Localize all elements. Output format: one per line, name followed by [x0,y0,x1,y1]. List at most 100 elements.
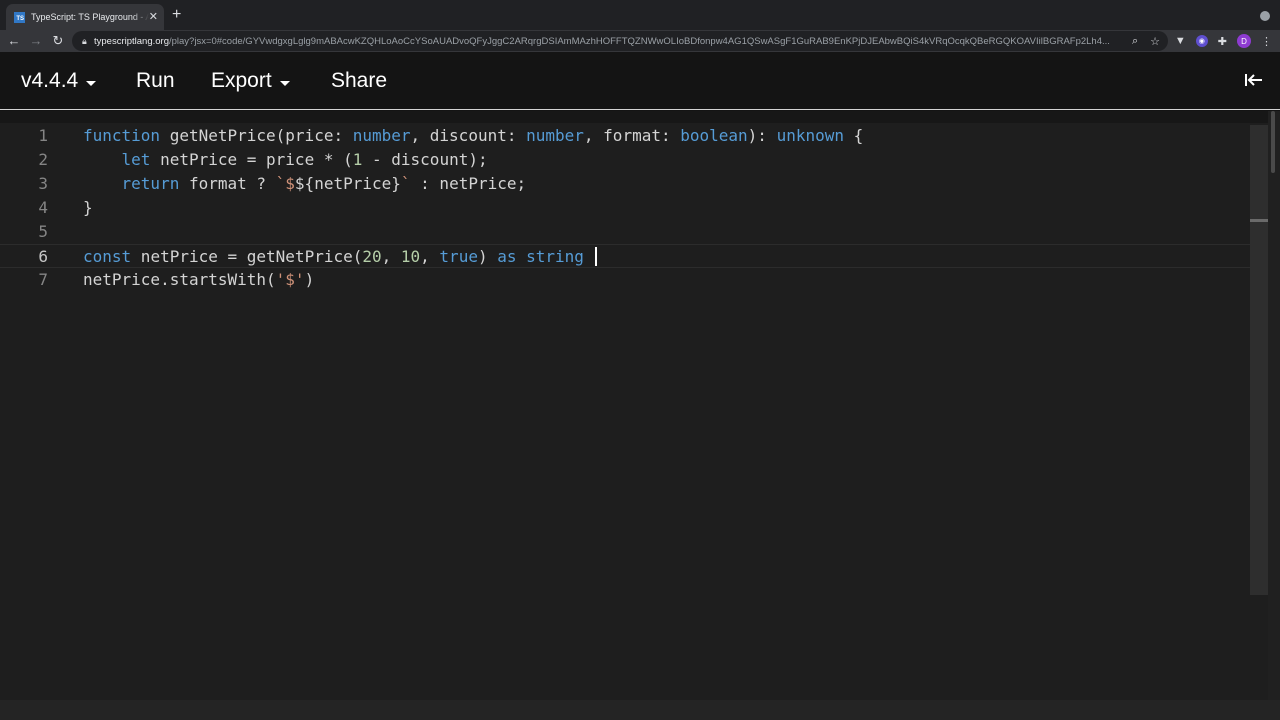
playground-nav: v4.4.4 Run Export Share [0,52,1280,110]
code-line[interactable]: 4} [0,196,1250,220]
window-menu-icon[interactable] [1260,11,1270,21]
code-token: , discount: [410,126,527,145]
code-token: as [497,247,517,266]
profile-avatar[interactable]: D [1237,34,1251,48]
code-token: ${netPrice} [294,174,401,193]
code-token: : netPrice; [410,174,527,193]
line-number: 6 [38,247,48,266]
code-text[interactable]: netPrice.startsWith('$') [83,268,314,292]
code-token: ) [304,270,315,289]
code-line[interactable]: 6 const netPrice = getNetPrice(20, 10, tr… [0,244,1250,268]
browser-tabstrip: TS TypeScript: TS Playground - A ✕ + [0,0,1280,30]
text-cursor [594,247,597,266]
code-token: true [439,247,478,266]
reload-icon[interactable]: ↻ [47,30,69,52]
code-token: , [420,247,440,266]
version-dropdown[interactable]: v4.4.4 [21,52,97,110]
line-number: 1 [38,126,48,145]
code-text[interactable]: let netPrice = price * (1 - discount); [83,148,488,172]
code-token: 1 [352,150,363,169]
code-token: `$ [275,174,295,193]
code-line[interactable]: 2 let netPrice = price * (1 - discount); [0,148,1250,172]
star-icon[interactable]: ☆ [1150,35,1160,48]
extensions-area: ▼ ◉ ✚ D ⋮ [1175,30,1272,52]
extensions-icon[interactable]: ✚ [1218,35,1227,48]
code-editor[interactable]: 1 function getNetPrice(price: number, dis… [0,111,1280,700]
code-token: return [121,174,180,193]
code-token: string [526,247,584,266]
code-line[interactable]: 3 return format ? `$${netPrice}` : netPr… [0,172,1250,196]
line-number: 4 [38,198,48,217]
kebab-menu-icon[interactable]: ⋮ [1261,35,1272,48]
address-bar[interactable]: 🔒︎ typescriptlang.org/play?jsx=0#code/GY… [72,31,1168,51]
url-path: /play?jsx=0#code/GYVwdgxgLglg9mABAcwKZQH… [168,35,1110,47]
code-token: ): [747,126,777,145]
code-token: } [83,198,93,217]
code-text[interactable]: } [83,196,93,220]
code-token: 10 [400,247,421,266]
vue-devtools-icon[interactable]: ▼ [1175,35,1186,47]
close-icon[interactable]: ✕ [149,11,158,23]
code-token: boolean [680,126,748,145]
ts-favicon-icon: TS [14,11,25,23]
browser-toolbar: ← → ↻ 🔒︎ typescriptlang.org/play?jsx=0#c… [0,30,1280,52]
line-number: 7 [38,270,48,289]
line-number: 2 [38,150,48,169]
new-tab-icon[interactable]: + [172,6,181,24]
zoom-icon[interactable]: ⌕ [1132,35,1138,48]
code-token: number [352,126,411,145]
code-token: number [526,126,584,145]
run-button[interactable]: Run [136,52,175,110]
code-token: unknown [776,126,845,145]
url-host: typescriptlang.org [94,35,169,47]
editor-top-shadow [0,111,1268,123]
code-token: ` [400,174,411,193]
extension-icon[interactable]: ◉ [1195,35,1208,47]
line-number: 3 [38,174,48,193]
share-button[interactable]: Share [331,52,387,110]
chevron-down-icon [86,80,97,86]
scrollbar-cursor-marker [1250,219,1268,222]
chevron-down-icon [279,80,290,86]
code-text[interactable]: function getNetPrice(price: number, disc… [83,124,863,148]
forward-icon[interactable]: → [25,30,47,52]
code-token: netPrice.startsWith( [83,270,276,289]
tab-title: TypeScript: TS Playground - A [31,12,149,22]
code-token: { [844,126,864,145]
code-token: , [381,247,401,266]
code-token: netPrice = getNetPrice( [131,247,363,266]
code-token: format ? [179,174,276,193]
code-text[interactable]: const netPrice = getNetPrice(20, 10, tru… [83,245,597,269]
back-icon[interactable]: ← [3,30,25,52]
code-text[interactable]: return format ? `$${netPrice}` : netPric… [83,172,527,196]
code-token: 20 [362,247,382,266]
editor-scrollbar[interactable] [1250,125,1268,595]
bottom-bar [0,700,1280,720]
code-line[interactable]: 5 [0,220,1250,244]
code-line[interactable]: 1 function getNetPrice(price: number, dis… [0,124,1250,148]
code-line[interactable]: 7 netPrice.startsWith('$') [0,268,1250,292]
export-dropdown[interactable]: Export [211,52,290,110]
url-text[interactable]: typescriptlang.org/play?jsx=0#code/GYVwd… [94,36,1120,47]
line-number: 5 [38,222,48,241]
lock-icon[interactable]: 🔒︎ [82,36,94,47]
browser-tab[interactable]: TS TypeScript: TS Playground - A ✕ [6,4,164,30]
run-label: Run [136,69,175,92]
code-token: let [121,150,151,169]
code-token: '$' [275,270,305,289]
code-token: getNetPrice(price: [160,126,353,145]
code-token: ) [477,247,498,266]
sidebar-rail[interactable] [1268,111,1280,700]
code-token: netPrice = price * ( [150,150,353,169]
code-token: , format: [583,126,681,145]
sidebar-scroll-thumb[interactable] [1271,111,1275,173]
code-token: function [83,126,161,145]
code-token: const [83,247,132,266]
version-label: v4.4.4 [21,69,79,92]
code-token: - discount); [362,150,488,169]
collapse-sidebar-icon[interactable] [1244,72,1264,88]
